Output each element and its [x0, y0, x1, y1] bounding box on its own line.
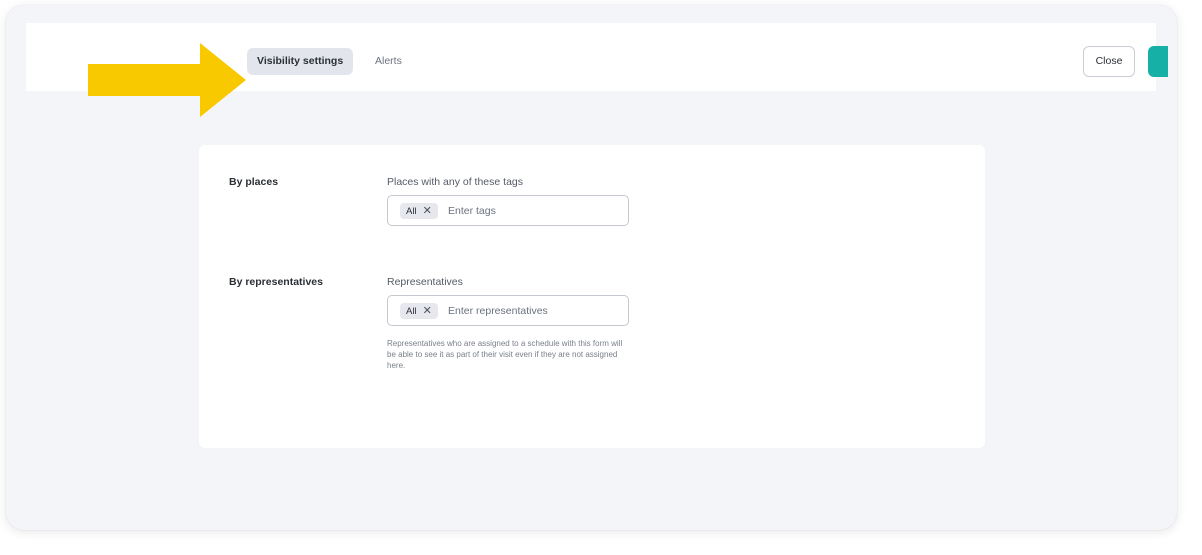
input-placeholder: Enter tags — [448, 205, 496, 217]
visibility-settings-card: By places Places with any of these tags … — [199, 145, 985, 448]
places-tags-input[interactable]: All ✕ Enter tags — [387, 195, 629, 226]
field-label-representatives: Representatives — [387, 276, 463, 288]
remove-chip-icon[interactable]: ✕ — [423, 203, 432, 219]
pointer-arrow-icon — [88, 43, 246, 117]
tab-alerts[interactable]: Alerts — [365, 48, 412, 75]
representative-chip-all: All ✕ — [400, 303, 438, 319]
row-label-representatives: By representatives — [229, 276, 323, 288]
tag-chip-all: All ✕ — [400, 203, 438, 219]
app-window: Visibility settings Alerts Close By plac… — [6, 5, 1177, 530]
close-button[interactable]: Close — [1083, 46, 1135, 77]
top-bar: Visibility settings Alerts Close — [26, 23, 1168, 117]
input-placeholder: Enter representatives — [448, 305, 548, 317]
representatives-help-text: Representatives who are assigned to a sc… — [387, 339, 623, 370]
remove-chip-icon[interactable]: ✕ — [423, 303, 432, 319]
chip-label: All — [406, 305, 417, 317]
row-label-places: By places — [229, 176, 279, 188]
primary-action-button[interactable] — [1148, 46, 1168, 77]
tab-visibility-settings[interactable]: Visibility settings — [247, 48, 354, 75]
field-label-places-tags: Places with any of these tags — [387, 176, 523, 188]
chip-label: All — [406, 205, 417, 217]
representatives-input[interactable]: All ✕ Enter representatives — [387, 295, 629, 326]
